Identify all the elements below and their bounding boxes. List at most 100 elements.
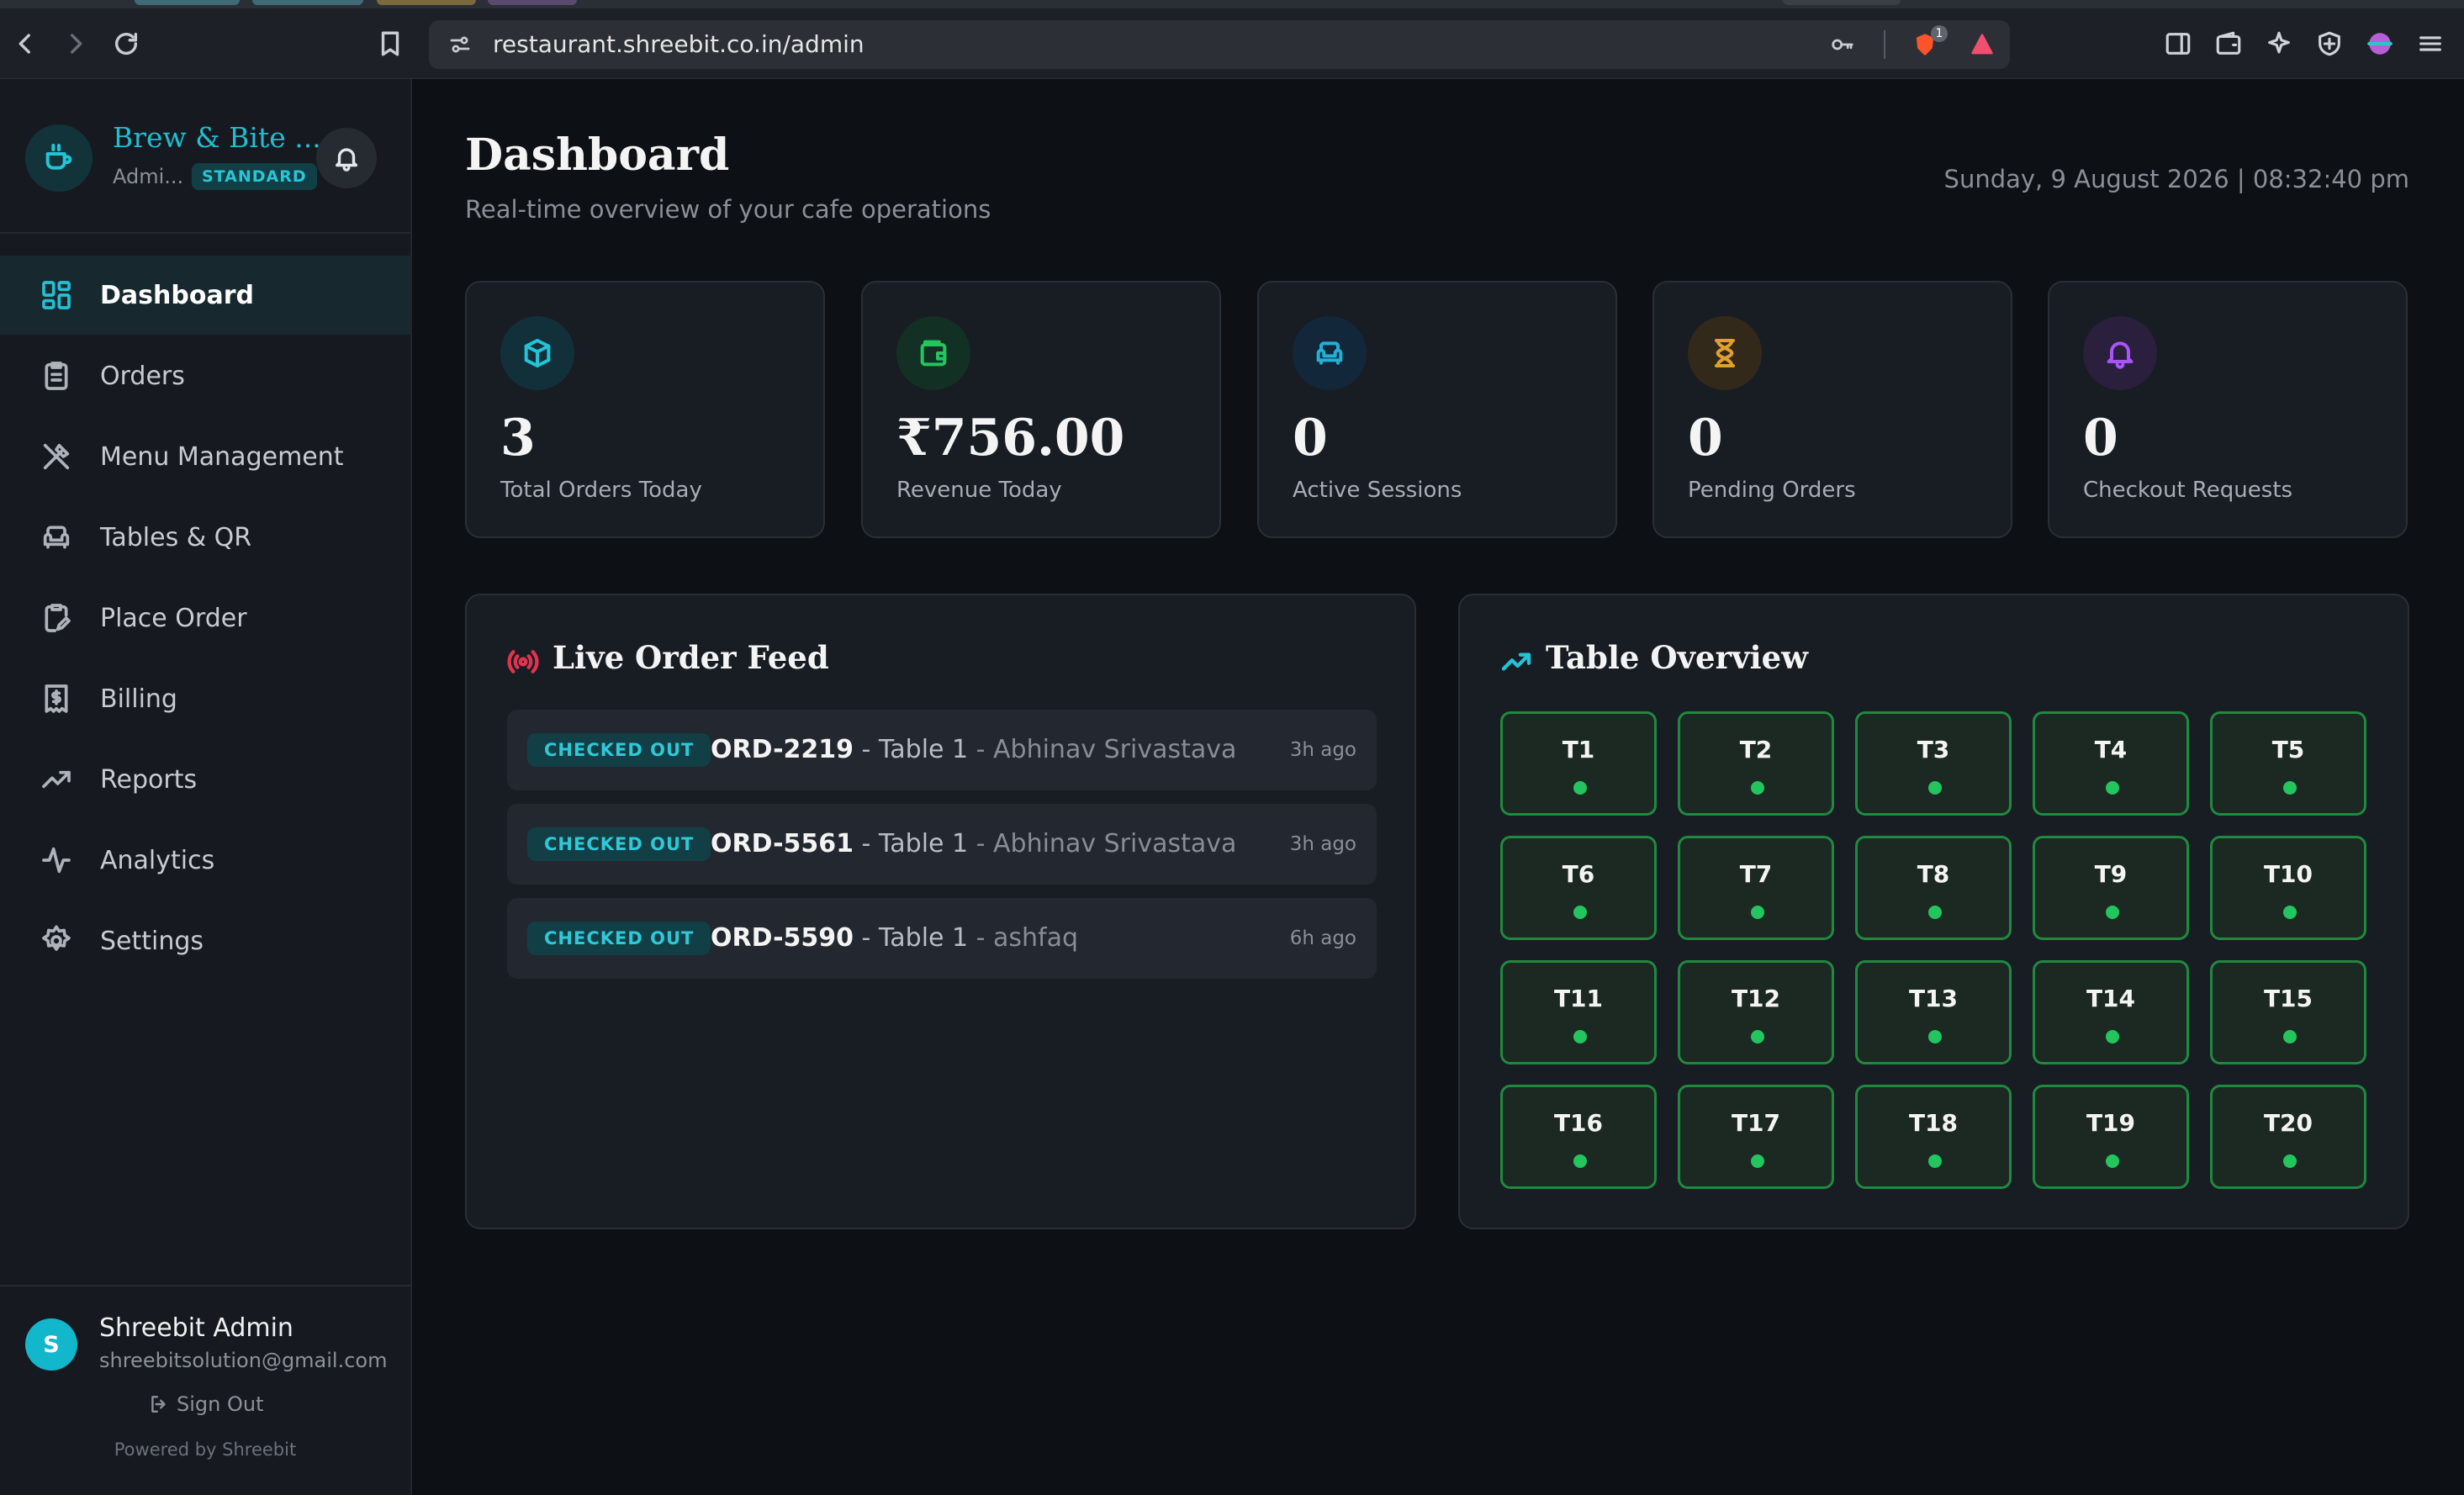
- stat-card-checkout-requests: 0 Checkout Requests: [2048, 281, 2408, 538]
- sidebar-item-analytics[interactable]: Analytics: [0, 821, 410, 900]
- table-status-dot: [1751, 1030, 1764, 1043]
- status-badge: CHECKED OUT: [527, 922, 711, 955]
- url-text[interactable]: restaurant.shreebit.co.in/admin: [493, 20, 865, 69]
- order-id: ORD-2219: [711, 735, 854, 764]
- table-name: T12: [1731, 985, 1781, 1012]
- table-status-dot: [2106, 906, 2119, 919]
- table-tile[interactable]: T5: [2210, 711, 2366, 816]
- table-tile[interactable]: T6: [1500, 836, 1657, 940]
- table-tile[interactable]: T18: [1855, 1085, 2012, 1189]
- table-tile[interactable]: T19: [2033, 1085, 2189, 1189]
- order-row[interactable]: CHECKED OUT ORD-2219 - Table 1 - Abhinav…: [507, 710, 1377, 790]
- table-tile[interactable]: T15: [2210, 960, 2366, 1064]
- address-bar[interactable]: restaurant.shreebit.co.in/admin 1: [429, 20, 2010, 69]
- order-customer: - Abhinav Srivastava: [968, 735, 1237, 764]
- forward-icon[interactable]: [52, 20, 99, 67]
- clipboard-list-icon: [37, 357, 76, 395]
- armchair-icon: [1293, 316, 1367, 390]
- sign-out-button[interactable]: Sign Out: [148, 1392, 264, 1416]
- sidebar: Brew & Bite ... Admi... STANDARD Dashboa…: [0, 79, 412, 1495]
- table-status-dot: [1751, 781, 1764, 795]
- stat-card-total-orders: 3 Total Orders Today: [465, 281, 825, 538]
- browser-toolbar: restaurant.shreebit.co.in/admin 1: [0, 0, 2464, 79]
- powered-by: Powered by Shreebit: [114, 1440, 297, 1460]
- table-status-dot: [1573, 781, 1587, 795]
- bookmark-icon[interactable]: [367, 20, 414, 67]
- sidebar-item-billing[interactable]: Billing: [0, 659, 410, 738]
- table-tile[interactable]: T20: [2210, 1085, 2366, 1189]
- table-tile[interactable]: T14: [2033, 960, 2189, 1064]
- url-divider: [1884, 30, 1885, 59]
- plan-badge: STANDARD: [192, 163, 317, 190]
- wallet-icon[interactable]: [2210, 25, 2247, 62]
- table-tile[interactable]: T7: [1678, 836, 1834, 940]
- table-name: T16: [1553, 1109, 1604, 1137]
- page-subtitle: Real-time overview of your cafe operatio…: [465, 195, 991, 224]
- stat-label: Total Orders Today: [500, 478, 702, 503]
- table-tile[interactable]: T1: [1500, 711, 1657, 816]
- sidebar-item-settings[interactable]: Settings: [0, 901, 410, 980]
- table-tile[interactable]: T3: [1855, 711, 2012, 816]
- sidebar-item-label: Dashboard: [100, 280, 254, 310]
- stat-card-active-sessions: 0 Active Sessions: [1257, 281, 1617, 538]
- order-table: - Table 1: [854, 923, 969, 953]
- sidebar-item-label: Menu Management: [100, 441, 344, 472]
- stat-label: Checkout Requests: [2083, 478, 2293, 503]
- notifications-button[interactable]: [316, 128, 377, 188]
- table-status-dot: [2283, 781, 2297, 795]
- table-tile[interactable]: T12: [1678, 960, 1834, 1064]
- vpn-shield-icon[interactable]: [2311, 25, 2348, 62]
- sidebar-item-label: Reports: [100, 764, 198, 795]
- sidebar-item-dashboard[interactable]: Dashboard: [0, 256, 410, 335]
- order-summary: ORD-2219 - Table 1 - Abhinav Srivastava: [711, 710, 1236, 790]
- table-name: T1: [1562, 736, 1595, 763]
- tab-strip[interactable]: [0, 0, 2464, 8]
- table-name: T11: [1553, 985, 1604, 1012]
- order-row[interactable]: CHECKED OUT ORD-5590 - Table 1 - ashfaq …: [507, 898, 1377, 979]
- site-settings-icon[interactable]: [444, 29, 476, 61]
- table-tile[interactable]: T16: [1500, 1085, 1657, 1189]
- user-name: Shreebit Admin: [99, 1313, 293, 1343]
- order-summary: ORD-5561 - Table 1 - Abhinav Srivastava: [711, 804, 1236, 885]
- panel-title: Live Order Feed: [553, 639, 829, 676]
- brave-rewards-icon[interactable]: [1966, 29, 1998, 61]
- back-icon[interactable]: [2, 20, 49, 67]
- broadcast-icon: [504, 642, 542, 681]
- table-name: T3: [1917, 736, 1950, 763]
- table-tile[interactable]: T4: [2033, 711, 2189, 816]
- table-name: T5: [2271, 736, 2305, 763]
- table-tile[interactable]: T10: [2210, 836, 2366, 940]
- table-tile[interactable]: T13: [1855, 960, 2012, 1064]
- leo-ai-icon[interactable]: [2260, 25, 2297, 62]
- reload-icon[interactable]: [103, 20, 150, 67]
- stat-card-pending-orders: 0 Pending Orders: [1652, 281, 2012, 538]
- live-order-feed-panel: Live Order Feed CHECKED OUT ORD-2219 - T…: [465, 594, 1416, 1229]
- stat-label: Active Sessions: [1293, 478, 1462, 503]
- table-tile[interactable]: T17: [1678, 1085, 1834, 1189]
- order-id: ORD-5590: [711, 923, 854, 953]
- sidebar-item-tables-qr[interactable]: Tables & QR: [0, 498, 410, 577]
- order-customer: - Abhinav Srivastava: [968, 829, 1237, 858]
- table-tile[interactable]: T9: [2033, 836, 2189, 940]
- user-role: Admi...: [113, 165, 184, 188]
- table-tile[interactable]: T8: [1855, 836, 2012, 940]
- sidebar-item-place-order[interactable]: Place Order: [0, 578, 410, 658]
- sidebar-item-label: Place Order: [100, 603, 247, 633]
- profile-avatar-icon[interactable]: [2361, 25, 2398, 62]
- sidebar-item-orders[interactable]: Orders: [0, 336, 410, 415]
- table-overview-panel: Table Overview T1 T2 T3 T4 T5 T6 T7 T8 T9 T10 T11 T…: [1458, 594, 2409, 1229]
- sidebar-toggle-icon[interactable]: [2160, 25, 2197, 62]
- table-name: T20: [2263, 1109, 2313, 1137]
- table-name: T19: [2086, 1109, 2136, 1137]
- sidebar-item-menu-management[interactable]: Menu Management: [0, 417, 410, 496]
- table-status-dot: [1573, 1154, 1587, 1168]
- menu-icon[interactable]: [2412, 25, 2449, 62]
- order-row[interactable]: CHECKED OUT ORD-5561 - Table 1 - Abhinav…: [507, 804, 1377, 885]
- table-tile[interactable]: T11: [1500, 960, 1657, 1064]
- stat-value: 3: [500, 409, 536, 468]
- table-tile[interactable]: T2: [1678, 711, 1834, 816]
- stat-card-revenue: ₹756.00 Revenue Today: [861, 281, 1221, 538]
- key-icon[interactable]: [1827, 29, 1859, 61]
- logout-icon: [151, 1396, 166, 1413]
- sidebar-item-reports[interactable]: Reports: [0, 740, 410, 819]
